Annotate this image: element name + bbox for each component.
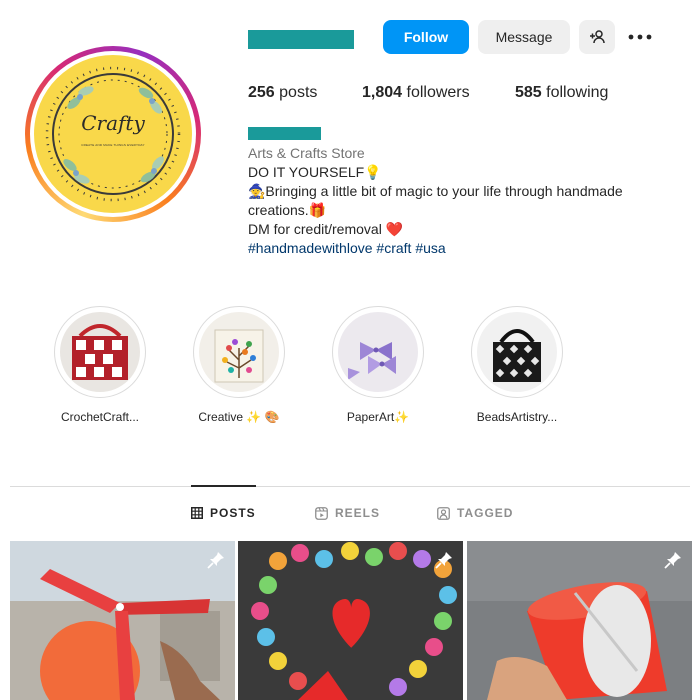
highlight-label: BeadsArtistry... bbox=[476, 410, 558, 424]
post-thumbnail[interactable] bbox=[10, 541, 235, 700]
story-highlights: CrochetCraft... Creative ✨ 🎨 PaperArt✨ B… bbox=[0, 306, 700, 436]
bio-line: 🧙Bringing a little bit of magic to your … bbox=[248, 183, 623, 218]
profile-tabs: POSTS REELS TAGGED bbox=[0, 506, 700, 526]
pin-icon bbox=[664, 552, 681, 569]
post-image bbox=[238, 541, 463, 700]
highlight-label: CrochetCraft... bbox=[60, 410, 140, 424]
highlight-item[interactable]: CrochetCraft... bbox=[50, 306, 150, 424]
following-stat[interactable]: 585 following bbox=[515, 84, 608, 102]
reels-icon bbox=[315, 506, 328, 520]
post-image bbox=[467, 541, 692, 700]
following-label: following bbox=[546, 84, 609, 101]
add-user-icon bbox=[590, 30, 605, 44]
posts-label: posts bbox=[279, 84, 318, 101]
highlight-item[interactable]: PaperArt✨ bbox=[328, 306, 428, 424]
followers-stat[interactable]: 1,804 followers bbox=[362, 84, 470, 102]
tabs-divider bbox=[10, 486, 690, 487]
username-redacted bbox=[248, 30, 354, 49]
highlight-item[interactable]: BeadsArtistry... bbox=[467, 306, 567, 424]
avatar-tagline: CREATE AND MAKE THINGS EVERYDAY bbox=[81, 143, 145, 147]
tab-reels[interactable]: REELS bbox=[315, 506, 380, 520]
post-image bbox=[10, 541, 235, 700]
display-name-redacted bbox=[248, 127, 321, 140]
post-thumbnail[interactable] bbox=[467, 541, 692, 700]
profile-bio: Arts & Crafts Store DO IT YOURSELF💡 🧙Bri… bbox=[248, 144, 668, 258]
posts-stat: 256 posts bbox=[248, 84, 317, 102]
highlight-cover bbox=[60, 312, 140, 392]
avatar-image: Crafty CREATE AND MAKE THINGS EVERYDAY bbox=[34, 55, 192, 213]
post-grid bbox=[10, 541, 692, 700]
more-options-button[interactable] bbox=[624, 20, 656, 54]
more-dots-icon bbox=[628, 34, 652, 40]
grid-icon bbox=[191, 507, 203, 519]
following-count: 585 bbox=[515, 84, 542, 101]
highlight-label: PaperArt✨ bbox=[346, 410, 410, 424]
highlight-cover bbox=[199, 312, 279, 392]
add-user-button[interactable] bbox=[579, 20, 615, 54]
profile-avatar[interactable]: Crafty CREATE AND MAKE THINGS EVERYDAY bbox=[25, 46, 201, 222]
highlight-cover bbox=[338, 312, 418, 392]
highlight-label: Creative ✨ 🎨 bbox=[198, 410, 280, 424]
tab-reels-label: REELS bbox=[335, 506, 381, 520]
tab-posts[interactable]: POSTS bbox=[191, 506, 256, 520]
followers-label: followers bbox=[406, 84, 470, 101]
pin-icon bbox=[207, 552, 224, 569]
pin-icon bbox=[435, 552, 452, 569]
tab-tagged-label: TAGGED bbox=[457, 506, 514, 520]
tab-tagged[interactable]: TAGGED bbox=[437, 506, 513, 520]
message-button[interactable]: Message bbox=[478, 20, 570, 54]
highlight-item[interactable]: Creative ✨ 🎨 bbox=[189, 306, 289, 424]
active-tab-indicator bbox=[191, 485, 256, 487]
post-thumbnail[interactable] bbox=[238, 541, 463, 700]
tagged-icon bbox=[437, 506, 450, 520]
highlight-cover bbox=[477, 312, 557, 392]
posts-count: 256 bbox=[248, 84, 275, 101]
tab-posts-label: POSTS bbox=[210, 506, 256, 520]
follow-button[interactable]: Follow bbox=[383, 20, 469, 54]
bio-line: DM for credit/removal ❤️ bbox=[248, 221, 404, 237]
avatar-brand-text: Crafty bbox=[81, 111, 145, 135]
bio-line: DO IT YOURSELF💡 bbox=[248, 164, 382, 180]
bio-hashtags[interactable]: #handmadewithlove #craft #usa bbox=[248, 239, 668, 258]
bio-category: Arts & Crafts Store bbox=[248, 145, 365, 161]
followers-count: 1,804 bbox=[362, 84, 403, 101]
